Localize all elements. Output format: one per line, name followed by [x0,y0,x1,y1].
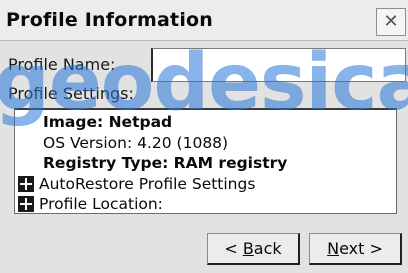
close-button[interactable]: ✕ [376,8,406,36]
autorestore-item[interactable]: AutoRestore Profile Settings [39,173,255,195]
os-version-item[interactable]: OS Version: 4.20 (1088) [43,132,228,154]
window-title: Profile Information [6,9,214,31]
back-button[interactable]: < Back [207,233,300,265]
profile-location-item[interactable]: Profile Location: [39,193,163,215]
next-button[interactable]: Next > [309,233,402,265]
plus-expand-icon[interactable] [18,196,34,212]
profile-name-label: Profile Name: [8,55,116,74]
image-item[interactable]: Image: Netpad [43,111,172,133]
close-icon: ✕ [383,11,399,32]
profile-name-input[interactable] [151,48,406,82]
title-bar: Profile Information ✕ [0,0,408,41]
profile-settings-tree[interactable]: Image: Netpad OS Version: 4.20 (1088) Re… [14,108,397,214]
registry-type-item[interactable]: Registry Type: RAM registry [43,152,287,174]
profile-settings-label: Profile Settings: [8,84,134,103]
plus-expand-icon[interactable] [18,176,34,192]
